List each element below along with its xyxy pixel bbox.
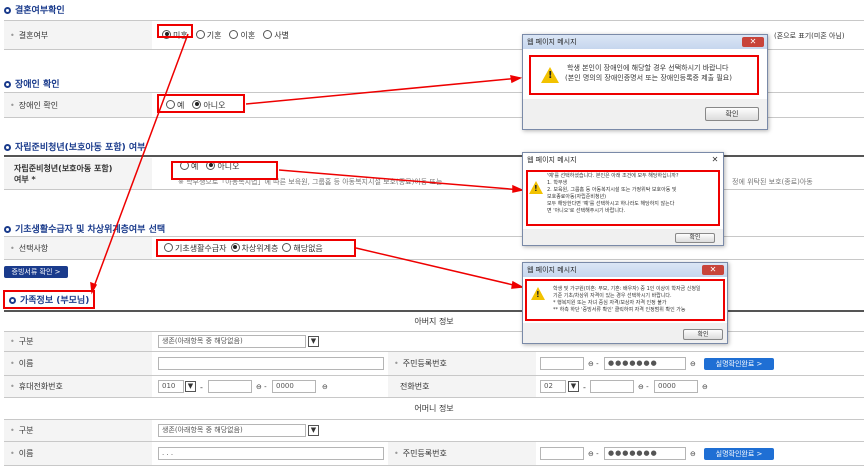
dialog-message-line2: (본인 명의의 장애인증명서 또는 장애인등록증 제출 필요) [565,74,732,82]
dialog-ok-button[interactable]: 확인 [675,233,715,243]
dialog-disability: 웹 페이지 메시지 ✕ ! 학생 본인이 장애인에 해당할 경우 선택하시기 바… [522,34,768,130]
arrow-head [510,75,523,84]
dialog-ok-button[interactable]: 확인 [683,329,723,340]
dialog-body: ! 학생 본인이 장애인에 해당할 경우 선택하시기 바랍니다 (본인 명의의 … [523,49,767,99]
dialog-ok-button[interactable]: 확인 [705,107,759,121]
arrow-head [511,280,525,289]
arrow-line [278,169,523,191]
arrow-line [355,247,523,288]
arrow-head [512,184,525,193]
close-icon[interactable]: ✕ [742,37,764,47]
dialog-basic-living: 웹 페이지 메시지 ✕ ! 학생 및 가구원(미혼: 부모, 기혼: 배우자) … [522,262,728,344]
dialog-message: '예'를 선택하셨습니다. 본인은 아래 조건에 모두 해당하십니까? 1. 학… [547,173,679,214]
dialog-message: 학생 및 가구원(미혼: 부모, 기혼: 배우자) 중 1인 이상이 학자금 신… [553,286,701,313]
arrow-head [90,281,98,295]
dialog-title: 웹 페이지 메시지 ✕ [523,153,723,167]
dialog-message-line1: 학생 본인이 장애인에 해당할 경우 선택하시기 바랍니다 [567,64,729,72]
dialog-body: ! 학생 및 가구원(미혼: 부모, 기혼: 배우자) 중 1인 이상이 학자금… [523,277,727,323]
dialog-body: ! '예'를 선택하셨습니다. 본인은 아래 조건에 모두 해당하십니까? 1.… [523,167,723,229]
arrow-line [245,77,521,105]
dialog-title: 웹 페이지 메시지 ✕ [523,263,727,277]
dialog-title: 웹 페이지 메시지 ✕ [523,35,767,49]
close-icon[interactable]: ✕ [710,155,720,165]
dialog-youth: 웹 페이지 메시지 ✕ ! '예'를 선택하셨습니다. 본인은 아래 조건에 모… [522,152,724,246]
close-icon[interactable]: ✕ [702,265,724,275]
arrow-line [91,33,189,293]
